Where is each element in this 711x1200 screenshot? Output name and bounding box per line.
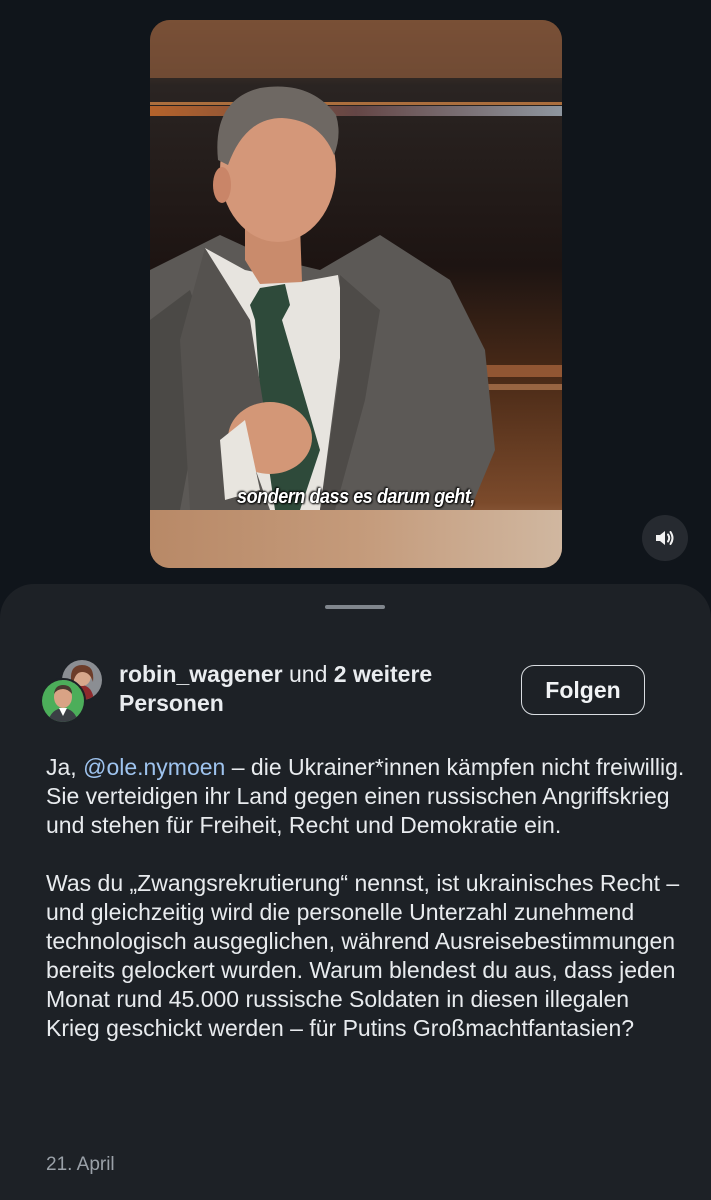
mention-link[interactable]: @ole.nymoen xyxy=(83,754,225,780)
video-subtitle: sondern dass es darum geht, xyxy=(237,486,475,508)
avatar-primary xyxy=(40,678,86,724)
mention-handle: ole.nymoen xyxy=(106,754,226,780)
author-joiner: und xyxy=(289,661,328,687)
author-avatars[interactable] xyxy=(40,658,104,728)
post-date: 21. April xyxy=(46,1154,115,1175)
post-sheet: robin_wagener und 2 weitere Personen Fol… xyxy=(0,584,711,1200)
post-body: Ja, @ole.nymoen – die Ukrainer*innen käm… xyxy=(46,753,686,1043)
post-paragraph-2: Was du „Zwangsrekrutierung“ nennst, ist … xyxy=(46,870,680,1041)
speaker-icon xyxy=(656,531,674,545)
post-paragraph-1: Ja, @ole.nymoen – die Ukrainer*innen käm… xyxy=(46,753,686,840)
app-screen: sondern dass es darum geht, robin_wagene… xyxy=(0,0,711,1200)
post-paragraph-1-intro: Ja, xyxy=(46,754,77,780)
threads-at-icon: @ xyxy=(83,754,107,780)
drag-handle[interactable] xyxy=(325,605,385,609)
author-username[interactable]: robin_wagener xyxy=(119,661,283,687)
post-authors[interactable]: robin_wagener und 2 weitere Personen xyxy=(119,660,499,718)
follow-button[interactable]: Folgen xyxy=(521,665,645,715)
sound-toggle-button[interactable] xyxy=(642,515,688,561)
video-player[interactable]: sondern dass es darum geht, xyxy=(150,20,562,568)
